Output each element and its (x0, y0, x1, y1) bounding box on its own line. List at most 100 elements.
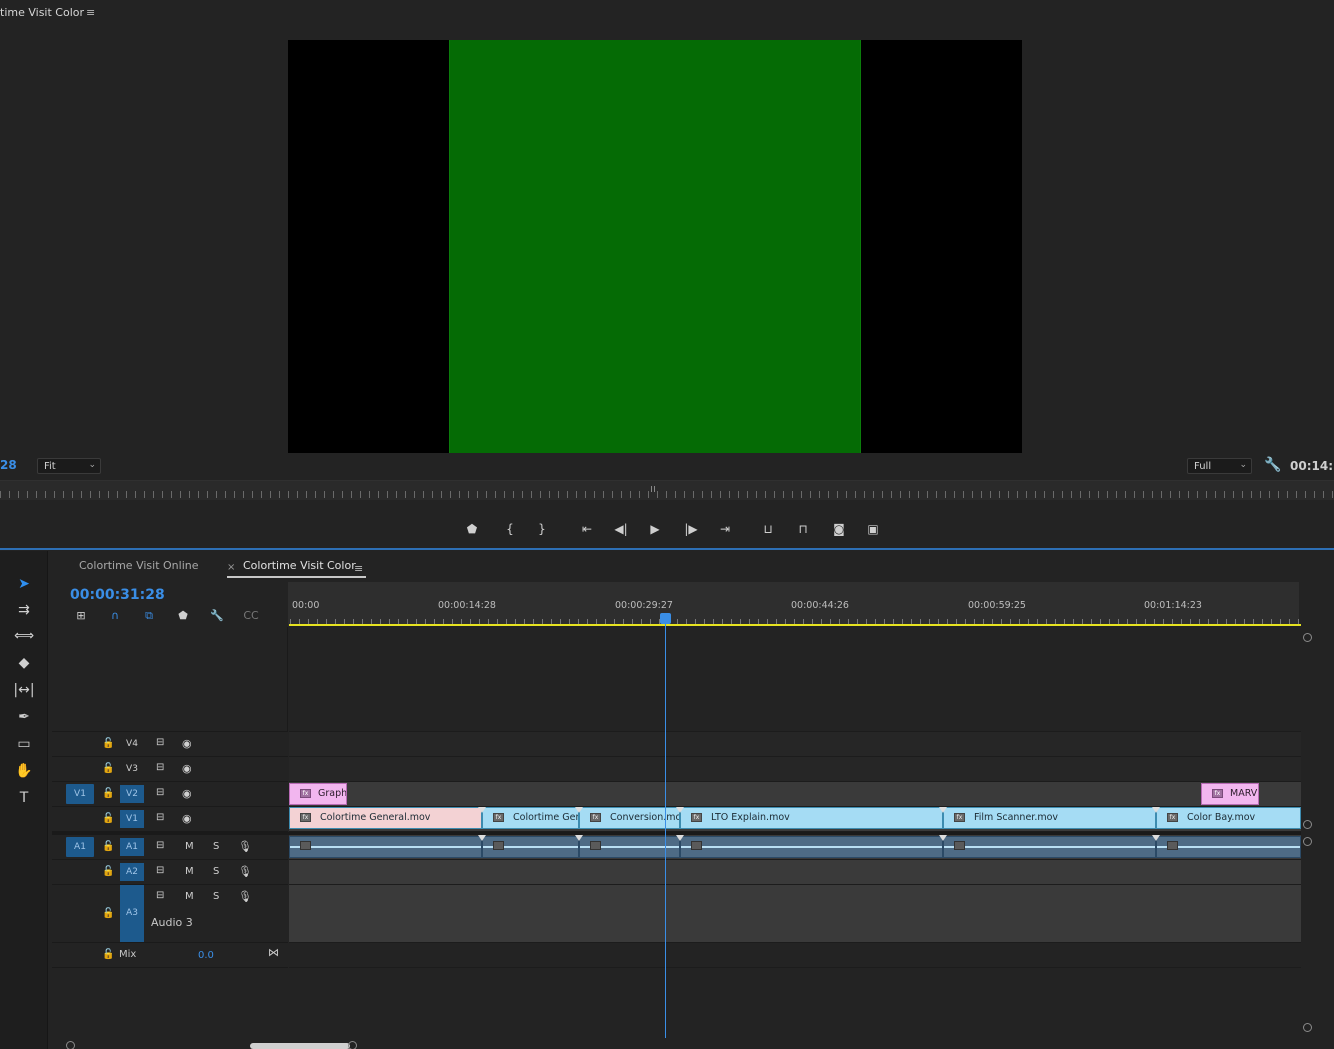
vertical-scrollbar[interactable] (1301, 628, 1313, 1038)
microphone-icon[interactable]: 🎙 (238, 840, 252, 853)
audio-clip[interactable] (1156, 836, 1301, 858)
step-forward-icon[interactable]: |▶ (679, 518, 703, 540)
monitor-time-ruler[interactable] (0, 480, 1334, 500)
ruler-handle[interactable] (651, 486, 655, 492)
eye-icon[interactable]: ◉ (182, 737, 192, 750)
extract-icon[interactable]: ⊓ (791, 518, 815, 540)
track-label-v2[interactable]: V2 (120, 785, 144, 803)
audio-clip[interactable] (482, 836, 579, 858)
solo-button[interactable]: S (213, 841, 219, 852)
track-label-a3[interactable]: A3 (120, 885, 144, 942)
mute-button[interactable]: M (185, 891, 194, 902)
pen-tool-icon[interactable]: ✒ (10, 706, 38, 728)
hamburger-icon[interactable]: ≡ (354, 562, 363, 575)
mark-out-icon[interactable]: } (530, 518, 554, 540)
sync-lock-icon[interactable]: ⊟ (156, 865, 164, 876)
horizontal-zoom-scrollbar[interactable] (66, 1040, 357, 1049)
graphic-clip[interactable]: fx Graphi (289, 783, 347, 805)
audio-clip[interactable] (943, 836, 1156, 858)
track-label-v3[interactable]: V3 (120, 760, 144, 778)
track-label-v4[interactable]: V4 (120, 735, 144, 753)
source-patch-a1[interactable]: A1 (66, 837, 94, 857)
close-icon[interactable]: × (227, 562, 235, 573)
sync-lock-icon[interactable]: ⊟ (156, 812, 164, 823)
hand-tool-icon[interactable]: ✋ (10, 760, 38, 782)
track-v3[interactable] (289, 757, 1301, 782)
go-to-in-icon[interactable]: ⇤ (575, 518, 599, 540)
marker-icon[interactable]: ⬟ (460, 518, 484, 540)
sync-lock-icon[interactable]: ⊟ (156, 787, 164, 798)
lock-icon[interactable]: 🔓 (102, 841, 114, 852)
playhead-timecode[interactable]: 28 (0, 458, 17, 472)
sequence-timecode[interactable]: 00:00:31:28 (70, 587, 165, 603)
eye-icon[interactable]: ◉ (182, 762, 192, 775)
mute-button[interactable]: M (185, 866, 194, 877)
program-monitor-title[interactable]: time Visit Color (0, 6, 84, 19)
microphone-icon[interactable]: 🎙 (238, 890, 252, 903)
zoom-level-select[interactable]: Fit ⌄ (37, 458, 101, 474)
lock-icon[interactable]: 🔓 (102, 949, 114, 960)
tab-colortime-visit-color[interactable]: Colortime Visit Color (243, 559, 356, 572)
in-out-range-bar[interactable] (289, 624, 1301, 626)
scroll-handle-mid[interactable] (1303, 820, 1312, 829)
timeline-settings-icon[interactable]: 🔧 (208, 609, 226, 625)
track-name-audio-3[interactable]: Audio 3 (151, 916, 193, 929)
solo-button[interactable]: S (213, 866, 219, 877)
track-v1[interactable]: fx Colortime General.mov fx Colortime Gene… (289, 807, 1301, 832)
track-v4[interactable] (289, 732, 1301, 757)
video-clip[interactable]: fx Color Bay.mov (1156, 807, 1301, 829)
track-label-a1[interactable]: A1 (120, 838, 144, 856)
zoom-handle-right[interactable] (348, 1041, 357, 1049)
razor-tool-icon[interactable]: ◆ (10, 652, 38, 674)
wrench-icon[interactable]: 🔧 (1264, 457, 1281, 473)
mute-button[interactable]: M (185, 841, 194, 852)
lift-icon[interactable]: ⊔ (756, 518, 780, 540)
sync-lock-icon[interactable]: ⊟ (156, 890, 164, 901)
lock-icon[interactable]: 🔓 (102, 738, 114, 749)
snap-icon[interactable]: ∩ (106, 609, 124, 625)
source-patch-v1[interactable]: V1 (66, 784, 94, 804)
captions-icon[interactable]: CC (242, 609, 260, 625)
scroll-handle-top[interactable] (1303, 633, 1312, 642)
track-mix[interactable] (289, 943, 1301, 968)
lock-icon[interactable]: 🔓 (102, 788, 114, 799)
zoom-handle-left[interactable] (66, 1041, 75, 1049)
eye-icon[interactable]: ◉ (182, 812, 192, 825)
button-editor-icon[interactable]: ▣ (861, 518, 885, 540)
ripple-edit-tool-icon[interactable]: ⟺ (10, 625, 38, 647)
track-a1[interactable] (289, 835, 1301, 860)
linked-selection-icon[interactable]: ⧉ (140, 609, 158, 625)
lock-icon[interactable]: 🔓 (102, 763, 114, 774)
lock-icon[interactable]: 🔓 (102, 813, 114, 824)
video-clip[interactable]: fx Film Scanner.mov (943, 807, 1156, 829)
sync-lock-icon[interactable]: ⊟ (156, 840, 164, 851)
add-marker-icon[interactable]: ⬟ (174, 609, 192, 625)
step-back-icon[interactable]: ◀| (609, 518, 633, 540)
solo-button[interactable]: S (213, 891, 219, 902)
mark-in-icon[interactable]: { (498, 518, 522, 540)
playhead-line[interactable] (665, 613, 666, 1038)
type-tool-icon[interactable]: T (10, 787, 38, 809)
track-label-a2[interactable]: A2 (120, 863, 144, 881)
audio-clip[interactable] (680, 836, 943, 858)
track-select-tool-icon[interactable]: ⇉ (10, 599, 38, 621)
track-a2[interactable] (289, 860, 1301, 885)
graphic-clip[interactable]: fx MARVI (1201, 783, 1259, 805)
mix-volume-value[interactable]: 0.0 (198, 950, 214, 961)
go-to-out-icon[interactable]: ⇥ (713, 518, 737, 540)
eye-icon[interactable]: ◉ (182, 787, 192, 800)
track-label-v1[interactable]: V1 (120, 810, 144, 828)
hamburger-icon[interactable]: ≡ (86, 6, 95, 19)
lock-icon[interactable]: 🔓 (102, 866, 114, 877)
track-a3[interactable] (289, 885, 1301, 943)
play-icon[interactable]: ▶ (643, 518, 667, 540)
scroll-thumb[interactable] (250, 1043, 350, 1049)
playback-resolution-select[interactable]: Full ⌄ (1187, 458, 1252, 474)
selection-tool-icon[interactable]: ➤ (10, 573, 38, 595)
slip-tool-icon[interactable]: |↔| (10, 679, 38, 701)
track-v2[interactable]: fx Graphi fx MARVI (289, 782, 1301, 807)
tab-colortime-visit-online[interactable]: Colortime Visit Online (79, 559, 199, 572)
bowtie-icon[interactable]: ⋈ (268, 946, 279, 959)
lock-icon[interactable]: 🔓 (102, 908, 114, 919)
audio-clip[interactable] (289, 836, 482, 858)
